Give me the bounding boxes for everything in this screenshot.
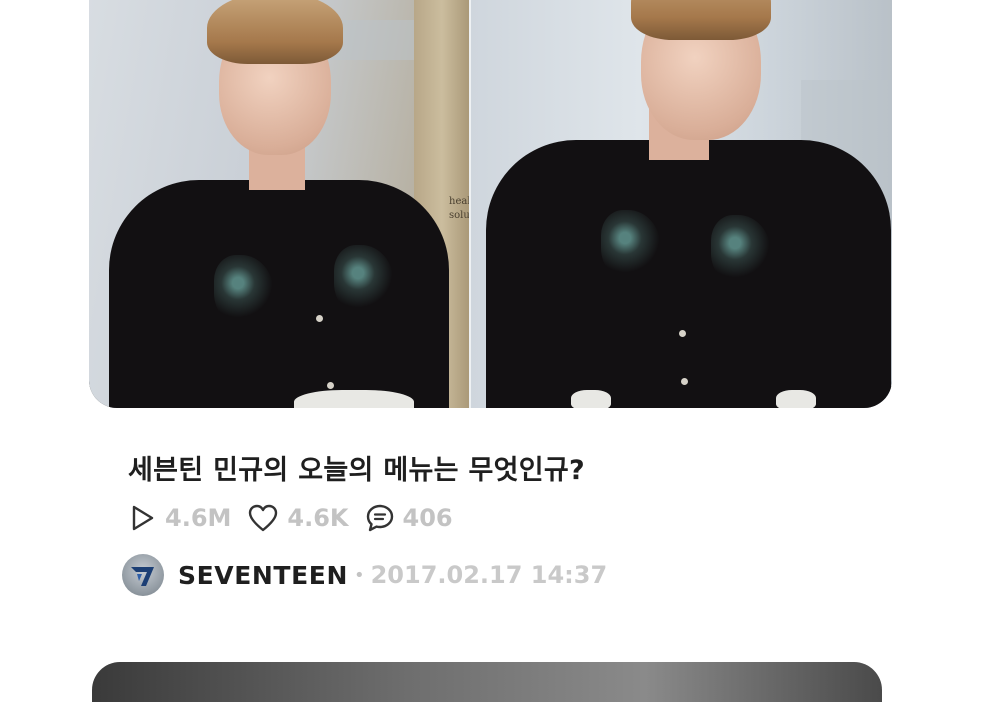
video-stats: 4.6M 4.6K 406 xyxy=(127,501,469,535)
comment-count-value: 406 xyxy=(402,504,453,532)
person-right-shirt xyxy=(486,140,891,408)
like-count-value: 4.6K xyxy=(287,504,349,532)
channel-name[interactable]: SEVENTEEN xyxy=(178,561,348,590)
seventeen-logo[interactable] xyxy=(122,554,164,596)
comment-count[interactable]: 406 xyxy=(365,503,453,533)
wall-sign: heal soluti xyxy=(449,196,470,221)
like-count[interactable]: 4.6K xyxy=(247,503,349,533)
channel-info[interactable]: SEVENTEEN • 2017.02.17 14:37 xyxy=(122,553,607,597)
meta-separator: • xyxy=(353,564,365,586)
play-icon xyxy=(127,503,157,533)
heart-icon[interactable] xyxy=(247,503,279,533)
post-date: 2017.02.17 14:37 xyxy=(370,561,608,589)
next-video-thumbnail[interactable] xyxy=(92,662,882,702)
play-count: 4.6M xyxy=(127,503,231,533)
video-thumbnail[interactable]: heal soluti xyxy=(89,0,892,408)
video-title[interactable]: 세븐틴 민규의 오늘의 메뉴는 무엇인규? xyxy=(128,448,585,487)
video-card[interactable]: heal soluti xyxy=(0,0,1000,702)
thumbnail-right-panel xyxy=(471,0,892,408)
person-left-shirt xyxy=(109,180,449,408)
thumbnail-left-panel: heal soluti xyxy=(89,0,470,408)
play-count-value: 4.6M xyxy=(165,504,232,532)
comment-icon[interactable] xyxy=(365,503,395,533)
